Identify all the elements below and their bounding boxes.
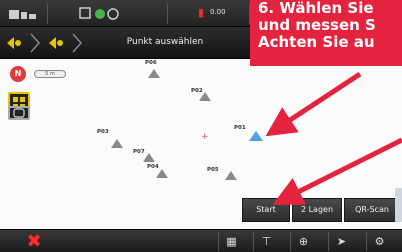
ruler-icon[interactable]: ⊤: [253, 232, 279, 251]
annotation-line: 6. Wählen Sie: [258, 0, 374, 17]
chevron-right-icon: [30, 33, 41, 53]
annotation-line: Achten Sie au: [258, 33, 375, 51]
status-cell-gnss: [48, 3, 168, 24]
point-label: P06: [145, 60, 157, 66]
page-title: Punkt auswählen: [126, 37, 204, 47]
breadcrumb-level-icon[interactable]: [46, 32, 64, 54]
scrollbar[interactable]: [395, 188, 402, 222]
crosshair-icon: +: [201, 132, 209, 142]
two-layers-button[interactable]: 2 Lagen: [292, 198, 342, 222]
status-cell-value: ▮ 0.00: [168, 3, 250, 24]
point-marker[interactable]: [148, 69, 160, 78]
home-crumb-icon[interactable]: [4, 32, 22, 54]
point-marker[interactable]: [156, 169, 168, 178]
selected-point-marker[interactable]: [249, 131, 263, 141]
zoom-extent-button[interactable]: [8, 106, 30, 120]
cancel-button[interactable]: ✖: [0, 230, 68, 252]
machine-tool-icon[interactable]: ⚙: [366, 232, 392, 251]
point-marker[interactable]: [111, 139, 123, 148]
machine-icon: [9, 10, 36, 19]
status-value: 0.00: [210, 8, 226, 16]
point-marker[interactable]: [143, 153, 155, 162]
flag-icon: ▮: [198, 6, 205, 19]
start-button[interactable]: Start: [242, 198, 290, 222]
cursor-icon[interactable]: ➤: [328, 232, 354, 251]
qr-scan-button[interactable]: QR-Scan: [344, 198, 400, 222]
bottom-toolbar: ✖ ▦ ⊤ ⊕ ➤ ⚙: [0, 229, 402, 252]
point-label: P05: [207, 167, 219, 173]
north-compass-icon[interactable]: N: [10, 66, 26, 82]
annotation-line: und messen S: [258, 16, 376, 34]
point-label: P03: [97, 129, 109, 135]
screen: ▮ 0.00 Punkt auswählen N 5 m P06 P02 P01…: [0, 0, 402, 252]
table-icon[interactable]: ▦: [218, 232, 244, 251]
point-marker[interactable]: [199, 92, 211, 101]
zoom-in-icon[interactable]: ⊕: [290, 232, 316, 251]
chevron-right-icon: [72, 33, 83, 53]
gnss-status-icon: [79, 7, 119, 20]
map-scale: 5 m: [34, 70, 66, 78]
point-marker[interactable]: [225, 171, 237, 180]
frame-icon: [13, 108, 25, 118]
point-label: P01: [234, 125, 246, 131]
status-cell-machine: [0, 3, 48, 24]
